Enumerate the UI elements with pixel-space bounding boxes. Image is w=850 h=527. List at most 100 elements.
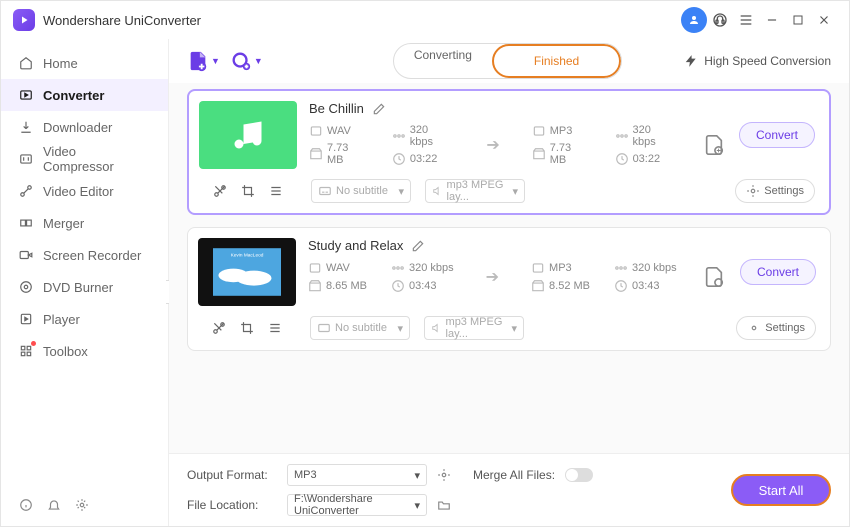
dst-bitrate: 320 kbps bbox=[633, 124, 678, 148]
sidebar-label: Video Compressor bbox=[43, 144, 150, 174]
convert-button[interactable]: Convert bbox=[740, 259, 816, 285]
close-button[interactable] bbox=[811, 7, 837, 33]
dst-format: MP3 bbox=[549, 262, 572, 274]
thumbnail bbox=[199, 101, 297, 169]
output-settings-icon[interactable] bbox=[701, 132, 727, 158]
sidebar-label: Toolbox bbox=[43, 344, 88, 359]
status-segment: Converting Finished bbox=[393, 43, 622, 79]
sidebar-item-merger[interactable]: Merger bbox=[1, 207, 168, 239]
card-title: Study and Relax bbox=[308, 238, 403, 253]
open-folder-icon[interactable] bbox=[437, 498, 451, 512]
sidebar-item-player[interactable]: Player bbox=[1, 303, 168, 335]
thumbnail: Kevin MacLeod bbox=[198, 238, 296, 306]
edit-icon[interactable] bbox=[372, 102, 386, 116]
arrow-icon: ➔ bbox=[486, 135, 499, 155]
sidebar-label: Home bbox=[43, 56, 78, 71]
audio-select[interactable]: mp3 MPEG lay...▾ bbox=[425, 179, 525, 203]
dst-duration: 03:43 bbox=[632, 280, 660, 292]
app-logo bbox=[13, 9, 35, 31]
output-settings-icon[interactable] bbox=[701, 264, 727, 290]
src-bitrate: 320 kbps bbox=[409, 262, 454, 274]
sidebar-footer bbox=[1, 484, 168, 526]
output-format-label: Output Format: bbox=[187, 468, 277, 482]
main-panel: ▼ ▼ Converting Finished High Speed Conve… bbox=[169, 39, 849, 526]
effects-icon[interactable] bbox=[269, 184, 283, 198]
src-size: 8.65 MB bbox=[326, 280, 367, 292]
merge-toggle[interactable] bbox=[565, 468, 593, 482]
src-size: 7.73 MB bbox=[327, 142, 368, 166]
cards-list: Be Chillin WAV 7.73 MB 320 kbps bbox=[169, 83, 849, 453]
src-duration: 03:43 bbox=[409, 280, 437, 292]
media-card[interactable]: Be Chillin WAV 7.73 MB 320 kbps bbox=[187, 89, 831, 215]
player-icon bbox=[19, 312, 33, 326]
menu-icon[interactable] bbox=[733, 7, 759, 33]
sidebar-item-recorder[interactable]: Screen Recorder bbox=[1, 239, 168, 271]
sidebar-item-editor[interactable]: Video Editor bbox=[1, 175, 168, 207]
high-speed-label: High Speed Conversion bbox=[704, 54, 831, 68]
toolbox-icon bbox=[19, 344, 33, 358]
sidebar-item-converter[interactable]: Converter bbox=[1, 79, 168, 111]
seg-converting[interactable]: Converting bbox=[394, 44, 492, 78]
converter-icon bbox=[19, 88, 33, 102]
minimize-button[interactable] bbox=[759, 7, 785, 33]
crop-icon[interactable] bbox=[241, 184, 255, 198]
svg-text:Kevin MacLeod: Kevin MacLeod bbox=[231, 252, 264, 258]
sidebar-item-downloader[interactable]: Downloader bbox=[1, 111, 168, 143]
file-location-select[interactable]: F:\Wondershare UniConverter▾ bbox=[287, 494, 427, 516]
gear-icon[interactable] bbox=[75, 498, 89, 512]
convert-button[interactable]: Convert bbox=[739, 122, 815, 148]
format-settings-icon[interactable] bbox=[437, 468, 451, 482]
toolbar: ▼ ▼ Converting Finished High Speed Conve… bbox=[169, 39, 849, 83]
sidebar-item-toolbox[interactable]: Toolbox bbox=[1, 335, 168, 367]
home-icon bbox=[19, 56, 33, 70]
high-speed-toggle[interactable]: High Speed Conversion bbox=[684, 54, 831, 68]
dvd-icon bbox=[19, 280, 33, 294]
user-avatar[interactable] bbox=[681, 7, 707, 33]
card-settings-button[interactable]: Settings bbox=[736, 316, 816, 340]
notification-dot bbox=[31, 341, 36, 346]
audio-select[interactable]: mp3 MPEG lay...▾ bbox=[424, 316, 524, 340]
dst-format: MP3 bbox=[550, 125, 573, 137]
seg-finished[interactable]: Finished bbox=[514, 50, 599, 72]
effects-icon[interactable] bbox=[268, 321, 282, 335]
sidebar-item-home[interactable]: Home bbox=[1, 47, 168, 79]
app-title: Wondershare UniConverter bbox=[43, 13, 201, 28]
sidebar-item-compressor[interactable]: Video Compressor bbox=[1, 143, 168, 175]
subtitle-select[interactable]: No subtitle▾ bbox=[310, 316, 410, 340]
chevron-down-icon: ▼ bbox=[211, 56, 220, 66]
src-bitrate: 320 kbps bbox=[410, 124, 455, 148]
subtitle-select[interactable]: No subtitle▾ bbox=[311, 179, 411, 203]
card-settings-button[interactable]: Settings bbox=[735, 179, 815, 203]
media-card[interactable]: Kevin MacLeod Study and Relax WAV 8.65 M… bbox=[187, 227, 831, 351]
support-icon[interactable] bbox=[707, 7, 733, 33]
sidebar-label: Converter bbox=[43, 88, 104, 103]
sidebar-label: Screen Recorder bbox=[43, 248, 141, 263]
download-icon bbox=[19, 120, 33, 134]
app-body: Home Converter Downloader Video Compress… bbox=[1, 39, 849, 526]
dst-bitrate: 320 kbps bbox=[632, 262, 677, 274]
bell-icon[interactable] bbox=[47, 498, 61, 512]
add-file-button[interactable]: ▼ bbox=[187, 50, 220, 72]
arrow-icon: ➔ bbox=[486, 267, 499, 287]
dst-size: 7.73 MB bbox=[550, 142, 591, 166]
sidebar: Home Converter Downloader Video Compress… bbox=[1, 39, 169, 526]
edit-icon[interactable] bbox=[411, 239, 425, 253]
titlebar: Wondershare UniConverter bbox=[1, 1, 849, 39]
trim-icon[interactable] bbox=[212, 321, 226, 335]
add-url-button[interactable]: ▼ bbox=[230, 50, 263, 72]
app-window: Wondershare UniConverter Home bbox=[0, 0, 850, 527]
info-icon[interactable] bbox=[19, 498, 33, 512]
crop-icon[interactable] bbox=[240, 321, 254, 335]
output-format-select[interactable]: MP3▾ bbox=[287, 464, 427, 486]
file-location-label: File Location: bbox=[187, 498, 277, 512]
card-title: Be Chillin bbox=[309, 101, 364, 116]
editor-icon bbox=[19, 184, 33, 198]
sidebar-label: Video Editor bbox=[43, 184, 114, 199]
dst-duration: 03:22 bbox=[633, 153, 661, 165]
start-all-button[interactable]: Start All bbox=[731, 474, 831, 506]
sidebar-item-dvd[interactable]: DVD Burner bbox=[1, 271, 168, 303]
sidebar-label: Player bbox=[43, 312, 80, 327]
maximize-button[interactable] bbox=[785, 7, 811, 33]
src-format: WAV bbox=[326, 262, 350, 274]
trim-icon[interactable] bbox=[213, 184, 227, 198]
